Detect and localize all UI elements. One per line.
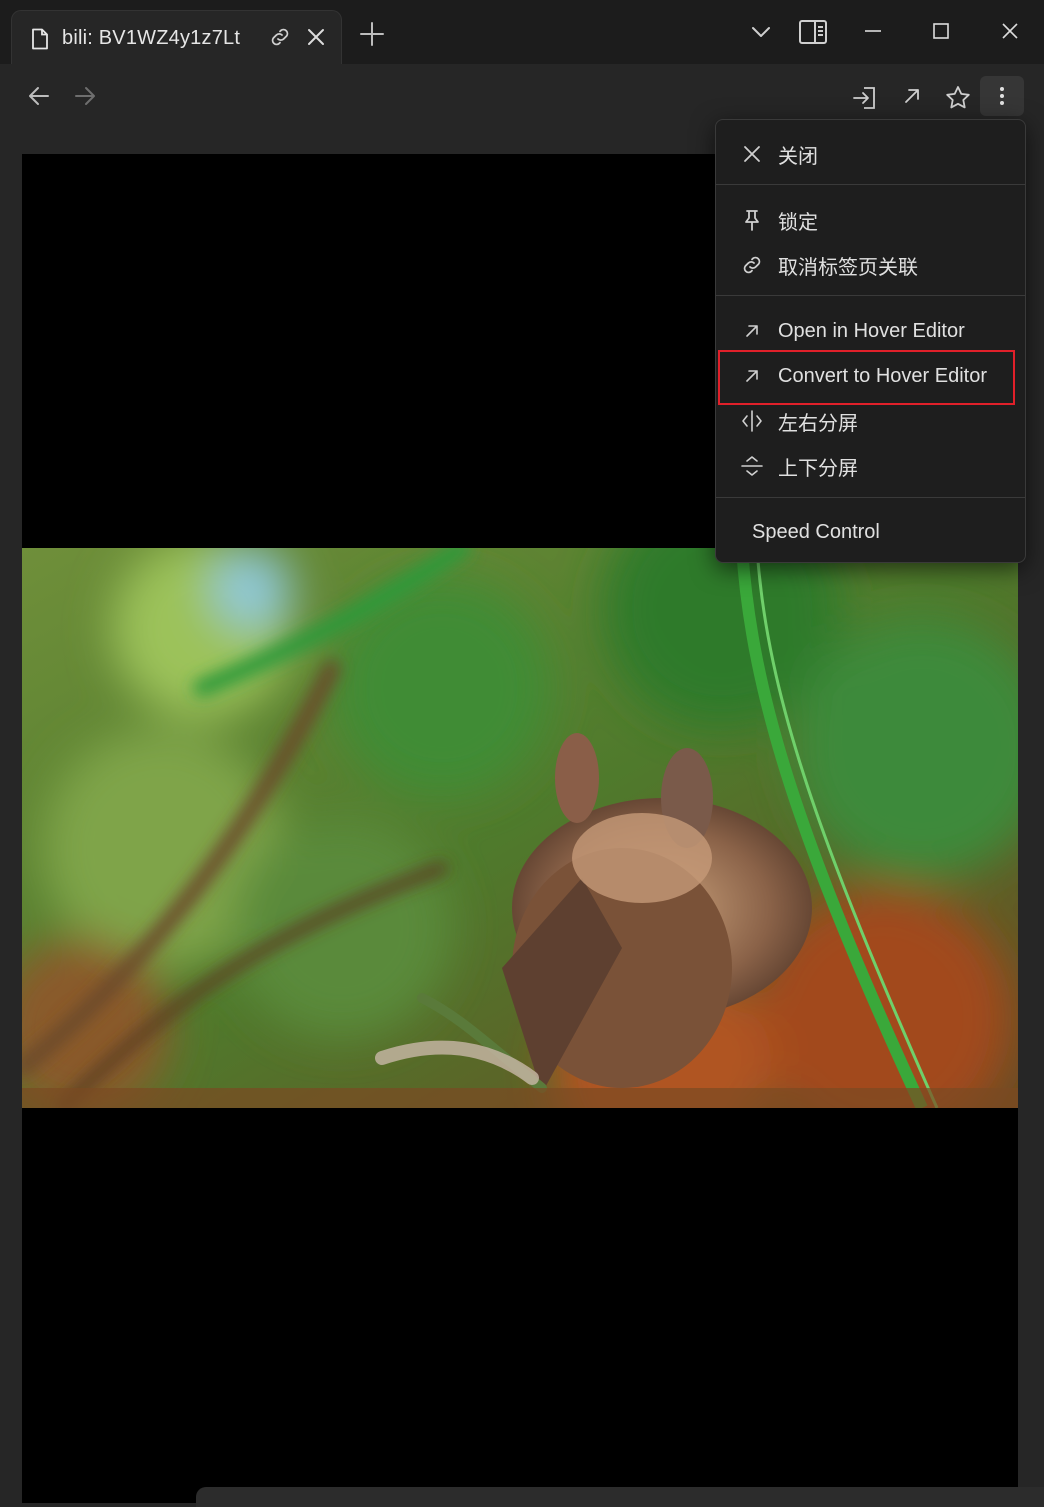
menu-item-close[interactable]: 关闭: [716, 132, 1025, 176]
menu-item-label: 上下分屏: [778, 457, 858, 480]
plus-icon[interactable]: [358, 20, 386, 48]
arrow-up-right-icon[interactable]: [900, 84, 924, 108]
close-icon: [740, 142, 764, 166]
close-tab-icon[interactable]: [304, 25, 328, 49]
highlight-box: [718, 350, 1015, 405]
tab-options-menu: 关闭 锁定 取消标签页关联 Open in Hover Editor Conve…: [715, 119, 1026, 563]
menu-item-speed-control[interactable]: Speed Control: [716, 510, 1025, 554]
arrow-up-right-icon: [740, 319, 764, 343]
menu-item-split-top-bottom[interactable]: 上下分屏: [716, 444, 1025, 488]
tab-title: bili: BV1WZ4y1z7Lt: [62, 27, 241, 49]
file-icon: [30, 28, 50, 50]
window-close-icon[interactable]: [997, 18, 1023, 44]
maximize-icon[interactable]: [928, 18, 954, 44]
menu-item-label: 关闭: [778, 145, 818, 168]
menu-item-open-hover-editor[interactable]: Open in Hover Editor: [716, 309, 1025, 353]
more-vertical-icon: [990, 84, 1014, 108]
menu-item-label: Open in Hover Editor: [778, 319, 965, 342]
star-icon[interactable]: [944, 84, 972, 112]
menu-item-label: 取消标签页关联: [778, 256, 918, 279]
split-vertical-icon: [740, 409, 764, 433]
link-icon: [740, 253, 764, 277]
more-options-button[interactable]: [980, 76, 1024, 116]
menu-divider: [716, 184, 1025, 185]
sidebar-toggle-icon[interactable]: [798, 18, 828, 46]
menu-item-split-left-right[interactable]: 左右分屏: [716, 399, 1025, 443]
title-bar: bili: BV1WZ4y1z7Lt: [0, 0, 1044, 66]
menu-item-unlink[interactable]: 取消标签页关联: [716, 243, 1025, 287]
menu-item-label: Speed Control: [752, 520, 880, 543]
chevron-down-icon[interactable]: [748, 18, 774, 44]
import-icon[interactable]: [852, 84, 880, 112]
menu-item-lock[interactable]: 锁定: [716, 198, 1025, 242]
arrow-right-icon[interactable]: [72, 84, 98, 108]
split-horizontal-icon: [740, 454, 764, 478]
arrow-left-icon[interactable]: [26, 84, 52, 108]
menu-item-label: 左右分屏: [778, 412, 858, 435]
active-tab[interactable]: bili: BV1WZ4y1z7Lt: [11, 10, 342, 66]
menu-item-label: 锁定: [778, 211, 818, 234]
status-bar: [196, 1487, 1044, 1507]
menu-divider: [716, 497, 1025, 498]
link-icon[interactable]: [268, 25, 292, 49]
pin-icon: [740, 208, 764, 232]
minimize-icon[interactable]: [860, 18, 886, 44]
menu-divider: [716, 295, 1025, 296]
video-frame: [22, 548, 1018, 1108]
